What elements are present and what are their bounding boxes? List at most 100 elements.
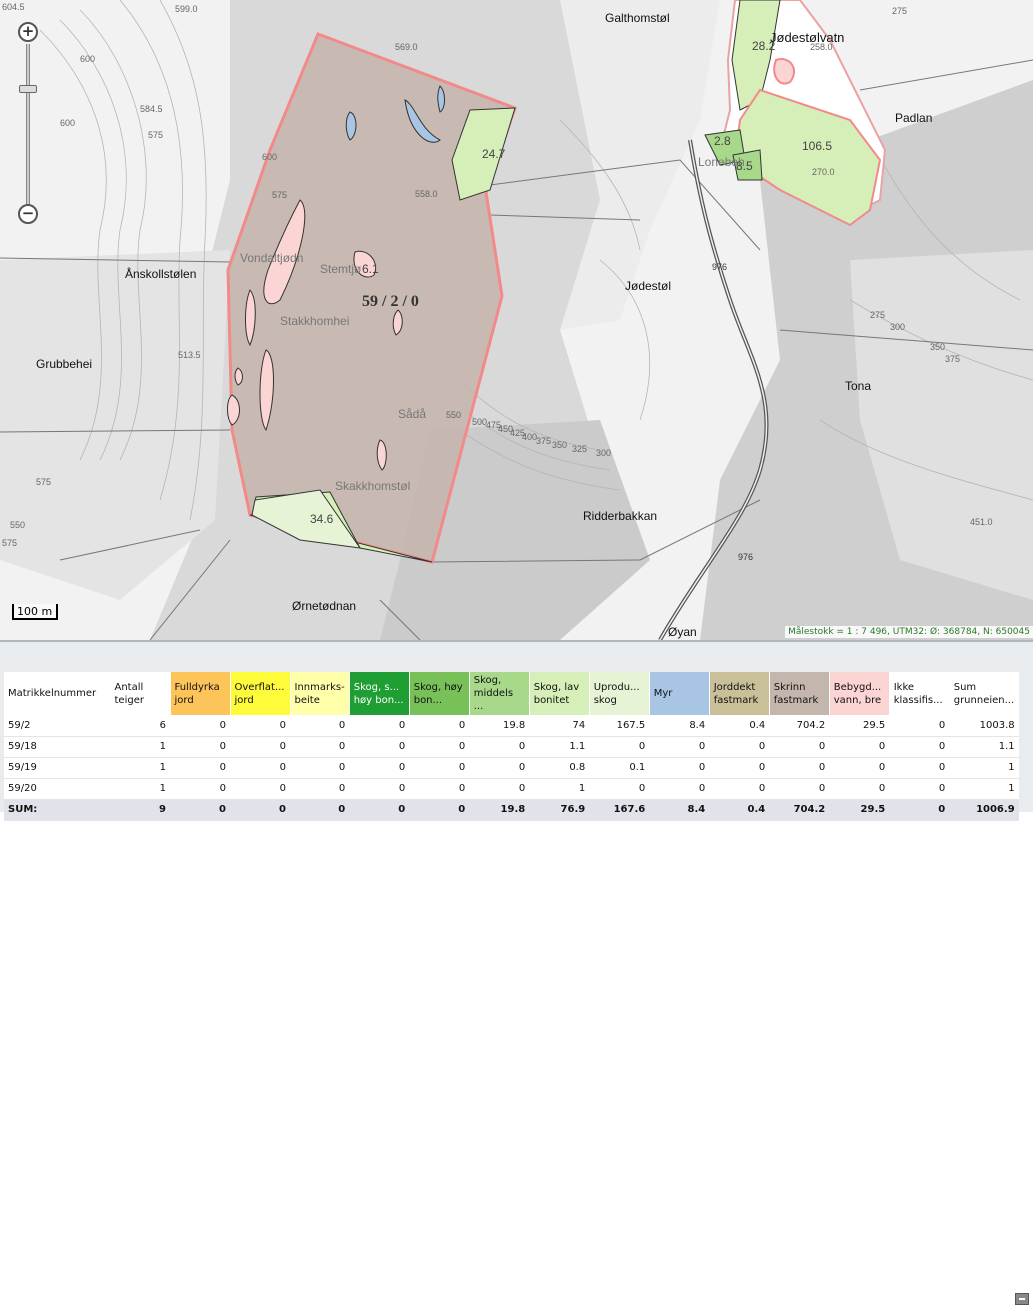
column-header[interactable]: Jorddekt fastmark xyxy=(709,672,770,715)
table-cell: 0 xyxy=(349,736,410,758)
table-cell: 0 xyxy=(889,757,950,779)
svg-text:500: 500 xyxy=(472,417,487,427)
svg-text:600: 600 xyxy=(262,152,277,162)
table-cell: 0 xyxy=(469,736,530,758)
zoom-in-button[interactable]: + xyxy=(18,22,38,42)
table-row[interactable]: 59/20 1 0 0 0 0 0 0 1 0 0 0 0 0 0 1 xyxy=(4,778,1019,800)
column-header[interactable]: Sum grunneien... xyxy=(949,672,1020,715)
table-cell: 0 xyxy=(230,757,290,779)
table-cell: 0 xyxy=(649,736,710,758)
column-header[interactable]: Myr xyxy=(649,672,710,715)
svg-text:575: 575 xyxy=(148,130,163,140)
table-cell: 6 xyxy=(110,715,170,737)
column-header[interactable]: Bebygd... vann, bre xyxy=(829,672,890,715)
table-cell: 8.4 xyxy=(649,715,710,737)
table-cell: 0 xyxy=(889,778,950,800)
table-cell: 1 xyxy=(110,778,170,800)
place-label: Sådå xyxy=(398,407,426,421)
svg-text:569.0: 569.0 xyxy=(395,42,418,52)
table-cell: 0 xyxy=(230,799,290,821)
zoom-slider-track[interactable] xyxy=(26,44,30,204)
table-cell: 0 xyxy=(409,757,470,779)
column-header[interactable]: Matrikkelnummer xyxy=(4,672,111,715)
svg-text:325: 325 xyxy=(572,444,587,454)
table-cell: 0 xyxy=(230,778,290,800)
place-label: Ridderbakkan xyxy=(583,509,657,523)
map-view[interactable]: Galthomstøl Jødestølvatn Padlan Ånskolls… xyxy=(0,0,1033,640)
svg-text:275: 275 xyxy=(870,310,885,320)
table-cell: 59/18 xyxy=(4,736,110,758)
table-cell: 9 xyxy=(110,799,170,821)
svg-text:400: 400 xyxy=(522,432,537,442)
map-canvas[interactable]: Galthomstøl Jødestølvatn Padlan Ånskolls… xyxy=(0,0,1033,640)
table-cell: 0 xyxy=(589,778,650,800)
column-header[interactable]: Innmarks-beite xyxy=(290,672,350,715)
table-cell: 167.5 xyxy=(589,715,650,737)
column-header[interactable]: Skrinn fastmark xyxy=(769,672,830,715)
table-cell: 0.4 xyxy=(709,799,770,821)
svg-text:350: 350 xyxy=(930,342,945,352)
building-area xyxy=(773,58,795,85)
svg-text:976: 976 xyxy=(738,552,753,562)
table-cell: 29.5 xyxy=(829,715,890,737)
place-label: Stemtjø xyxy=(320,262,362,276)
table-body: 59/2 6 0 0 0 0 0 19.8 74 167.5 8.4 0.4 704.2 29.5 0 100… xyxy=(4,715,1019,821)
table-cell: 0 xyxy=(589,736,650,758)
place-label: Ørnetødnan xyxy=(292,599,356,613)
table-cell: 0 xyxy=(649,757,710,779)
place-label: Padlan xyxy=(895,111,932,125)
column-header[interactable]: Skog, lav bonitet xyxy=(529,672,590,715)
table-cell: 167.6 xyxy=(589,799,650,821)
column-header[interactable]: Overflat... jord xyxy=(230,672,291,715)
column-header[interactable]: Ikke klassifis... xyxy=(889,672,950,715)
table-cell: 0 xyxy=(170,757,230,779)
svg-text:375: 375 xyxy=(945,354,960,364)
table-cell: 0 xyxy=(409,736,470,758)
table-cell: 0.4 xyxy=(709,715,770,737)
svg-text:513.5: 513.5 xyxy=(178,350,201,360)
table-cell: 0 xyxy=(170,799,230,821)
svg-text:550: 550 xyxy=(446,410,461,420)
table-cell: 0 xyxy=(290,799,350,821)
table-cell: 1 xyxy=(110,736,170,758)
table-cell: 0 xyxy=(290,757,350,779)
collapse-panel-button[interactable] xyxy=(1015,1293,1029,1305)
table-cell: 0 xyxy=(290,736,350,758)
table-row[interactable]: 59/18 1 0 0 0 0 0 0 1.1 0 0 0 0 0 0 1.1 xyxy=(4,736,1019,758)
table-cell: 76.9 xyxy=(529,799,590,821)
table-cell: 1003.8 xyxy=(949,715,1019,737)
place-label: Skakkhomstøl xyxy=(335,479,410,493)
svg-text:558.0: 558.0 xyxy=(415,189,438,199)
column-header[interactable]: Uprodu... skog xyxy=(589,672,650,715)
svg-text:575: 575 xyxy=(36,477,51,487)
table-cell: 0 xyxy=(409,715,470,737)
table-cell: 0 xyxy=(170,736,230,758)
zoom-out-button[interactable]: − xyxy=(18,204,38,224)
column-header[interactable]: Antall teiger xyxy=(110,672,171,715)
svg-text:584.5: 584.5 xyxy=(140,104,163,114)
column-header[interactable]: Fulldyrka jord xyxy=(170,672,231,715)
place-label: Jødestølvatn xyxy=(770,30,844,45)
column-header[interactable]: Skog, s... høy bon... xyxy=(349,672,410,715)
place-label: Øyan xyxy=(668,625,697,639)
table-sum-row[interactable]: SUM: 9 0 0 0 0 0 19.8 76.9 167.6 8.4 0.4 704.2 29.5 0 1… xyxy=(4,799,1019,821)
table-cell: 1.1 xyxy=(529,736,590,758)
area-table: Matrikkelnummer Antall teiger Fulldyrka jo… xyxy=(4,672,1020,821)
column-header[interactable]: Skog, høy bon... xyxy=(409,672,470,715)
table-cell: 0 xyxy=(649,778,710,800)
zoom-control[interactable]: + − xyxy=(18,22,40,224)
svg-text:976: 976 xyxy=(712,262,727,272)
table-row[interactable]: 59/19 1 0 0 0 0 0 0 0.8 0.1 0 0 0 0 0 1 xyxy=(4,757,1019,779)
table-cell: 1.1 xyxy=(949,736,1019,758)
table-cell: 19.8 xyxy=(469,799,530,821)
table-cell: 59/2 xyxy=(4,715,110,737)
zoom-slider-handle[interactable] xyxy=(19,85,37,93)
table-row[interactable]: 59/2 6 0 0 0 0 0 19.8 74 167.5 8.4 0.4 704.2 29.5 0 100… xyxy=(4,715,1019,737)
area-label: 6.1 xyxy=(362,262,379,276)
table-cell: 0 xyxy=(769,736,830,758)
table-cell: 0.8 xyxy=(529,757,590,779)
column-header[interactable]: Skog, middels ... xyxy=(469,672,530,715)
area-label: 34.6 xyxy=(310,512,334,526)
table-cell: 1 xyxy=(949,778,1019,800)
table-cell: 0 xyxy=(469,757,530,779)
